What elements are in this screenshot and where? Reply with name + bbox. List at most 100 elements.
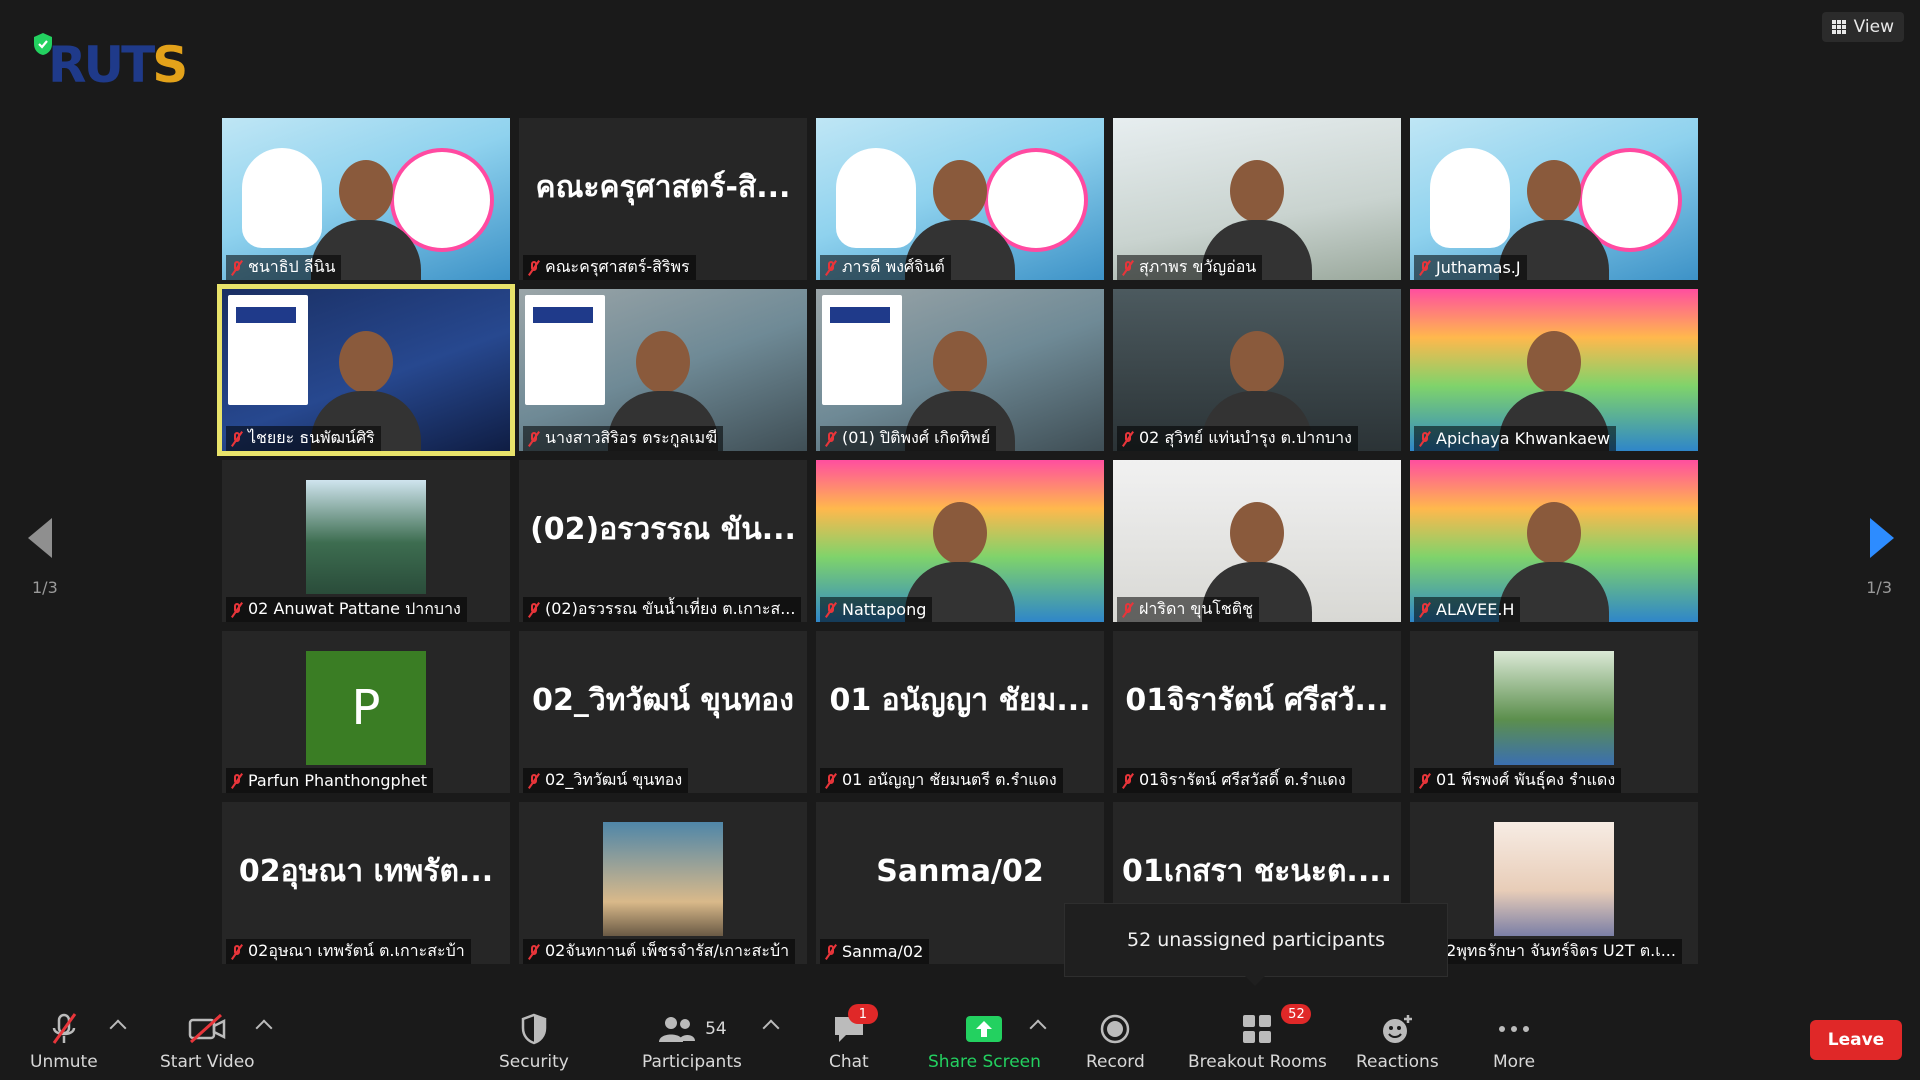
next-page-arrow-icon[interactable]	[1870, 518, 1894, 558]
more-button[interactable]: More	[1493, 1012, 1535, 1072]
chat-label: Chat	[829, 1052, 869, 1072]
participants-label: Participants	[642, 1052, 742, 1072]
participant-name: 02จันทกานต์ เพ็ชรจำรัส/เกาะสะบ้า	[545, 941, 790, 960]
start-video-label: Start Video	[160, 1052, 255, 1072]
participant-name-tag: 02พุทธรักษา จันทร์จิตร U2T ต.เ...	[1414, 939, 1682, 964]
participant-name-tag: สุภาพร ขวัญอ่อน	[1117, 255, 1263, 280]
participant-tile[interactable]: Nattapong	[816, 460, 1104, 622]
mic-muted-icon	[527, 602, 541, 618]
participant-name-tag: ไชยยะ ธนพัฒน์ศิริ	[226, 426, 381, 451]
participant-name: สุภาพร ขวัญอ่อน	[1139, 257, 1257, 276]
participant-name-tag: 01จิรารัตน์ ศรีสวัสดิ์ ต.รำแดง	[1117, 768, 1352, 793]
participant-tile[interactable]: Juthamas.J	[1410, 118, 1698, 280]
mic-muted-icon	[824, 431, 838, 447]
participant-name: 02 สุวิทย์ แท่นบำรุง ต.ปากบาง	[1139, 428, 1352, 447]
mic-muted-icon	[230, 944, 244, 960]
participant-tile[interactable]: Sanma/02 Sanma/02	[816, 802, 1104, 964]
page-indicator-left: 1/3	[32, 578, 58, 597]
participant-tile[interactable]: 02 สุวิทย์ แท่นบำรุง ต.ปากบาง	[1113, 289, 1401, 451]
reactions-button[interactable]: Reactions	[1356, 1012, 1439, 1072]
share-screen-arrow-icon	[966, 1016, 1003, 1042]
participant-tile[interactable]: 01 พีรพงศ์ พันธุ์คง รำแดง	[1410, 631, 1698, 793]
participant-tile[interactable]: 02 Anuwat Pattane ปากบาง	[222, 460, 510, 622]
mic-muted-icon	[824, 944, 838, 960]
participant-tile[interactable]: 01 อนัญญา ชัยม... 01 อนัญญา ชัยมนตรี ต.รำ…	[816, 631, 1104, 793]
participant-tile[interactable]: ALAVEE.H	[1410, 460, 1698, 622]
prev-page-arrow-icon[interactable]	[28, 518, 52, 558]
mascot-decoration	[1430, 148, 1510, 248]
more-label: More	[1493, 1052, 1536, 1072]
participant-name-tag: นางสาวสิริอร ตระกูลเมฆี	[523, 426, 724, 451]
participant-tile[interactable]: 01จิรารัตน์ ศรีสวั... 01จิรารัตน์ ศรีสวัส…	[1113, 631, 1401, 793]
participant-name: นางสาวสิริอร ตระกูลเมฆี	[545, 428, 718, 447]
video-options-chevron-icon[interactable]	[255, 1019, 273, 1037]
unmute-button[interactable]: Unmute	[30, 1012, 98, 1072]
security-label: Security	[499, 1052, 569, 1072]
mic-muted-icon	[1418, 773, 1432, 789]
avatar-initial: P	[306, 651, 426, 765]
smiley-reaction-icon	[1383, 1015, 1413, 1043]
participant-tile[interactable]: ภารดี พงศ์จินต์	[816, 118, 1104, 280]
mic-muted-icon	[527, 773, 541, 789]
security-button[interactable]: Security	[499, 1012, 569, 1072]
virtual-background-board	[228, 295, 308, 405]
participant-tile[interactable]: ชนาธิป ลีนิน	[222, 118, 510, 280]
participant-name: ไชยยะ ธนพัฒน์ศิริ	[248, 428, 375, 447]
view-button[interactable]: View	[1821, 12, 1904, 42]
mic-muted-icon	[527, 944, 541, 960]
camera-off-icon	[189, 1013, 226, 1044]
participant-name: ALAVEE.H	[1436, 600, 1515, 619]
participant-tile[interactable]: 02อุษณา เทพรัต... 02อุษณา เทพรัตน์ ต.เกาะ…	[222, 802, 510, 964]
participant-display-name: คณะครุศาสตร์-สิ...	[535, 169, 791, 205]
view-label: View	[1853, 17, 1894, 37]
participant-name-tag: 02จันทกานต์ เพ็ชรจำรัส/เกาะสะบ้า	[523, 939, 796, 964]
participant-tile[interactable]: 02จันทกานต์ เพ็ชรจำรัส/เกาะสะบ้า	[519, 802, 807, 964]
participant-tile[interactable]: นางสาวสิริอร ตระกูลเมฆี	[519, 289, 807, 451]
participant-name-tag: คณะครุศาสตร์-สิริพร	[523, 255, 696, 280]
mic-muted-icon	[1121, 773, 1135, 789]
breakout-rooms-button[interactable]: 52 Breakout Rooms	[1188, 1004, 1327, 1072]
participant-name-tag: 01 อนัญญา ชัยมนตรี ต.รำแดง	[820, 768, 1063, 793]
record-icon	[1101, 1014, 1130, 1044]
participant-name-tag: 01 พีรพงศ์ พันธุ์คง รำแดง	[1414, 768, 1622, 793]
participant-name-tag: (01) ปิติพงศ์ เกิดทิพย์	[820, 426, 997, 451]
grid-view-icon	[1831, 20, 1846, 34]
participant-name: 01 อนัญญา ชัยมนตรี ต.รำแดง	[842, 770, 1057, 789]
audio-options-chevron-icon[interactable]	[109, 1019, 127, 1037]
virtual-background-board	[822, 295, 902, 405]
breakout-rooms-icon	[1243, 1015, 1272, 1043]
participants-button[interactable]: 54 Participants	[642, 1012, 742, 1072]
chat-button[interactable]: 1 Chat	[829, 1004, 878, 1072]
participant-tile[interactable]: สุภาพร ขวัญอ่อน	[1113, 118, 1401, 280]
participant-tile[interactable]: Apichaya Khwankaew	[1410, 289, 1698, 451]
participants-chevron-icon[interactable]	[762, 1019, 780, 1037]
participant-tile[interactable]: (01) ปิติพงศ์ เกิดทิพย์	[816, 289, 1104, 451]
participant-tile[interactable]: (02)อรวรรณ ขัน... (02)อรวรรณ ขันน้ำเที่ยง…	[519, 460, 807, 622]
leave-button[interactable]: Leave	[1810, 1020, 1902, 1060]
participant-tile[interactable]: 02พุทธรักษา จันทร์จิตร U2T ต.เ...	[1410, 802, 1698, 964]
participant-name-tag: ภารดี พงศ์จินต์	[820, 255, 951, 280]
record-button[interactable]: Record	[1086, 1012, 1145, 1072]
participant-tile[interactable]: คณะครุศาสตร์-สิ... คณะครุศาสตร์-สิริพร	[519, 118, 807, 280]
participant-tile[interactable]: ฝาริดา ขุนโชติชู	[1113, 460, 1401, 622]
start-video-button[interactable]: Start Video	[160, 1012, 255, 1072]
participant-name: 02พุทธรักษา จันทร์จิตร U2T ต.เ...	[1436, 941, 1676, 960]
participant-name: คณะครุศาสตร์-สิริพร	[545, 257, 690, 276]
mic-muted-icon	[230, 773, 244, 789]
breakout-tooltip: 52 unassigned participants	[1064, 903, 1448, 986]
breakout-rooms-badge: 52	[1281, 1004, 1312, 1024]
mic-muted-icon	[1121, 260, 1135, 276]
mic-muted-icon	[527, 431, 541, 447]
mic-muted-icon	[230, 431, 244, 447]
share-screen-button[interactable]: Share Screen	[928, 1012, 1041, 1072]
profile-photo	[603, 822, 723, 936]
mic-muted-icon	[1418, 260, 1432, 276]
participant-tile[interactable]: 02_วิทวัฒน์ ขุนทอง 02_วิทวัฒน์ ขุนทอง	[519, 631, 807, 793]
participant-name: Sanma/02	[842, 942, 924, 961]
participant-name-tag: (02)อรวรรณ ขันน้ำเที่ยง ต.เกาะส...	[523, 597, 802, 622]
participant-name-tag: ชนาธิป ลีนิน	[226, 255, 342, 280]
participant-name: 01 พีรพงศ์ พันธุ์คง รำแดง	[1436, 770, 1616, 789]
participant-name: Nattapong	[842, 600, 927, 619]
participant-tile[interactable]: ไชยยะ ธนพัฒน์ศิริ	[217, 284, 515, 456]
participant-tile[interactable]: P Parfun Phanthongphet	[222, 631, 510, 793]
